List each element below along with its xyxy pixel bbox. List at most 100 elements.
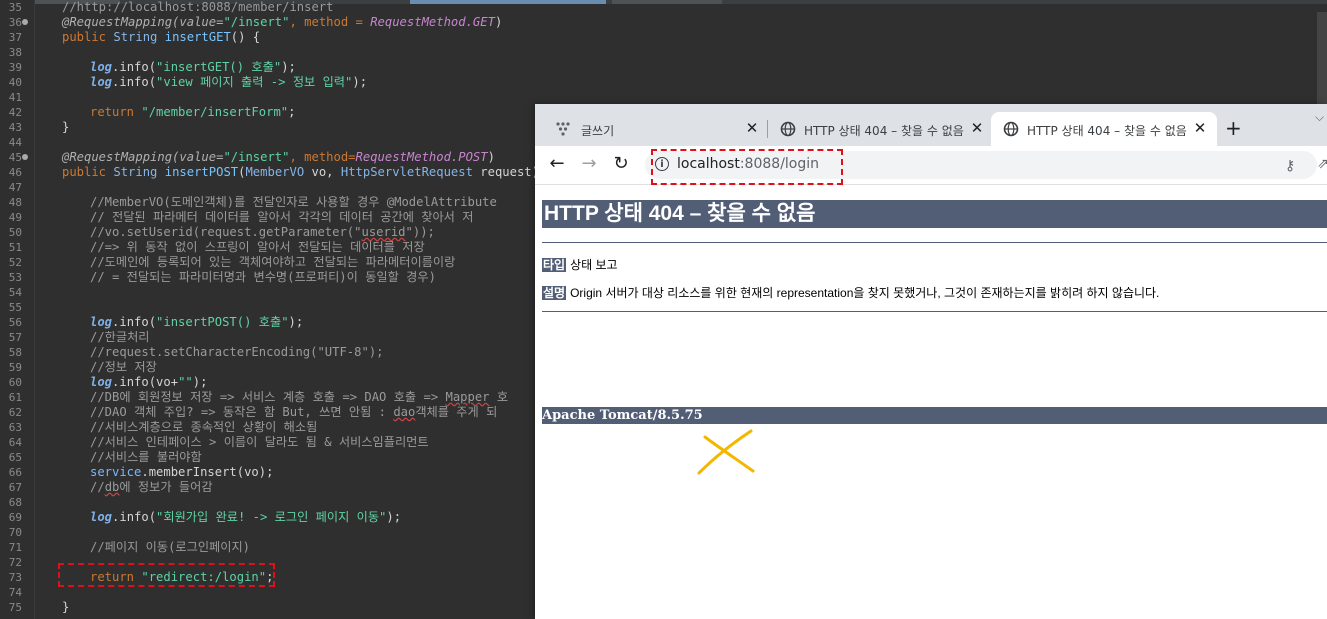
reload-button[interactable]: ↻ <box>609 152 633 176</box>
code-text: , method= <box>289 150 356 164</box>
line-number: 38 <box>8 46 22 59</box>
code-line[interactable]: //도메인에 등록되어 있는 객체여야하고 전달되는 파라메터이름이랑 <box>90 255 455 270</box>
code-line[interactable]: //정보 저장 <box>90 360 157 375</box>
code-line[interactable]: service.memberInsert(vo); <box>90 465 273 480</box>
code-text: vo, <box>304 165 341 179</box>
code-text: } <box>62 120 70 134</box>
code-text: ); <box>288 315 304 329</box>
page-content: HTTP 상태 404 – 찾을 수 없음 타입 상태 보고 설명 Origin 서… <box>535 185 1327 619</box>
close-icon[interactable]: ✕ <box>1191 119 1209 137</box>
line-number-gutter: 35 36 37 38 39 40 41 42 43 44 45 46 47 48 49 50 51 52 53 54… <box>0 0 35 619</box>
code-text: ) <box>487 150 495 164</box>
code-line[interactable]: log.info("insertGET() 호출"); <box>90 60 296 75</box>
close-icon[interactable]: ✕ <box>743 119 761 137</box>
tab-search-chevron-icon[interactable]: ⌵ <box>1315 110 1324 125</box>
code-line[interactable]: @RequestMapping(value="/insert", method … <box>62 15 502 30</box>
tab-title: HTTP 상태 404 – 찾을 수 없음 <box>1027 124 1187 138</box>
code-line[interactable]: } <box>62 600 69 615</box>
globe-icon <box>1003 121 1019 137</box>
type-value: 상태 보고 <box>570 258 618 272</box>
editor-tab-active[interactable] <box>410 0 606 4</box>
code-line[interactable]: //DB에 회원정보 저장 => 서비스 계층 호출 => DAO 호출 => … <box>90 390 508 405</box>
new-tab-button[interactable]: + <box>1225 116 1242 140</box>
code-line[interactable]: // = 전달되는 파라미터명과 변수명(프로퍼티)이 동일할 경우) <box>90 270 436 285</box>
code-text: } <box>62 600 70 614</box>
line-number: 64 <box>8 436 22 449</box>
code-line[interactable]: //서비스를 불러야함 <box>90 450 202 465</box>
browser-window: 글쓰기 ✕ HTTP 상태 404 – 찾을 수 없음 ✕ HTTP 상태 40… <box>535 104 1327 619</box>
forward-button[interactable]: → <box>577 152 601 176</box>
editor-tab[interactable] <box>612 0 722 4</box>
comment: //정보 저장 <box>90 360 157 374</box>
code-line[interactable]: //한글처리 <box>90 330 150 345</box>
tree-dots-icon <box>556 122 570 136</box>
line-number: 65 <box>8 451 22 464</box>
fold-marker-icon[interactable] <box>22 19 28 25</box>
string-literal: "/member/insertForm" <box>141 105 289 119</box>
code-line[interactable]: } <box>62 120 69 135</box>
code-text: .info( <box>112 510 157 524</box>
code-line[interactable]: //db에 정보가 들어감 <box>90 480 213 495</box>
type-name: String <box>113 165 158 179</box>
line-number: 46 <box>8 166 22 179</box>
line-number: 36 <box>8 16 22 29</box>
keyword: public <box>62 30 107 44</box>
string-literal: "" <box>178 375 193 389</box>
line-number: 47 <box>8 181 22 194</box>
string-literal: "/insert" <box>223 150 290 164</box>
return-redirect-highlight <box>58 563 275 587</box>
code-line[interactable]: return "/member/insertForm"; <box>90 105 295 120</box>
browser-tab-404[interactable]: HTTP 상태 404 – 찾을 수 없음 ✕ <box>768 112 990 146</box>
fold-marker-icon[interactable] <box>22 154 28 160</box>
tab-title: HTTP 상태 404 – 찾을 수 없음 <box>804 124 964 138</box>
code-line[interactable]: //MemberVO(도메인객체)를 전달인자로 사용할 경우 @ModelAt… <box>90 195 497 210</box>
code-line[interactable]: log.info("view 페이지 출력 -> 정보 입력"); <box>90 75 367 90</box>
line-number: 67 <box>8 481 22 494</box>
code-line[interactable]: @RequestMapping(value="/insert", method=… <box>62 150 495 165</box>
key-icon[interactable]: ⚷ <box>1285 158 1295 174</box>
share-icon[interactable]: ⇗ <box>1317 156 1327 172</box>
code-line[interactable]: // 전달된 파라메터 데이터를 알아서 각각의 데이터 공간에 찾아서 저 <box>90 210 473 225</box>
description-label: 설명 <box>542 286 567 300</box>
code-text: ) <box>494 15 503 29</box>
code-line[interactable]: //DAO 객체 주입? => 동작은 함 But, 쓰면 안됨 : dao객체… <box>90 405 497 420</box>
code-line[interactable]: log.info(vo+""); <box>90 375 207 390</box>
line-number: 40 <box>8 76 22 89</box>
code-line[interactable]: //http://localhost:8088/member/insert <box>62 0 334 15</box>
close-icon[interactable]: ✕ <box>968 119 986 137</box>
type-label: 타입 <box>542 258 567 272</box>
string-literal: "insertGET() 호출" <box>156 60 282 74</box>
line-number: 54 <box>8 286 22 299</box>
code-text: ); <box>192 375 208 389</box>
comment: //=> 위 동작 없이 스프링이 알아서 전달되는 데이터를 저장 <box>90 240 425 254</box>
comment: //MemberVO(도메인객체)를 전달인자로 사용할 경우 @ModelAt… <box>90 195 497 209</box>
line-number: 49 <box>8 211 22 224</box>
code-line[interactable]: public String insertGET() { <box>62 30 260 45</box>
code-line[interactable]: //=> 위 동작 없이 스프링이 알아서 전달되는 데이터를 저장 <box>90 240 425 255</box>
line-number: 70 <box>8 526 22 539</box>
code-line[interactable]: //페이지 이동(로그인페이지) <box>90 540 250 555</box>
code-line[interactable]: public String insertPOST(MemberVO vo, Ht… <box>62 165 561 180</box>
code-line[interactable]: log.info("회원가입 완료! -> 로그인 페이지 이동"); <box>90 510 401 525</box>
back-button[interactable]: ← <box>545 152 569 176</box>
field-name: service <box>90 465 142 479</box>
code-text: , method = <box>289 15 371 29</box>
comment: //서비스계층으로 종속적인 상황이 해소됨 <box>90 420 318 434</box>
type-name: String <box>113 30 158 44</box>
code-text: .info( <box>112 60 157 74</box>
code-line[interactable]: log.info("insertPOST() 호출"); <box>90 315 303 330</box>
comment: ")); <box>405 225 435 239</box>
string-literal: "insertPOST() 호출" <box>156 315 289 329</box>
code-text: ); <box>352 75 368 89</box>
type-name: MemberVO <box>245 165 305 179</box>
line-number: 51 <box>8 241 22 254</box>
code-line[interactable]: //vo.setUserid(request.getParameter("use… <box>90 225 435 240</box>
code-line[interactable]: //서비스 인테페이스 > 이름이 달라도 됨 & 서비스임플리먼트 <box>90 435 429 450</box>
browser-tab-404-active[interactable]: HTTP 상태 404 – 찾을 수 없음 ✕ <box>991 112 1217 146</box>
code-line[interactable]: //request.setCharacterEncoding("UTF-8"); <box>90 345 384 360</box>
browser-tab-write[interactable]: 글쓰기 ✕ <box>535 112 767 146</box>
comment: 호 <box>489 390 509 404</box>
line-number: 48 <box>8 196 22 209</box>
code-line[interactable]: //서비스계층으로 종속적인 상황이 해소됨 <box>90 420 317 435</box>
code-text: ; <box>288 105 296 119</box>
